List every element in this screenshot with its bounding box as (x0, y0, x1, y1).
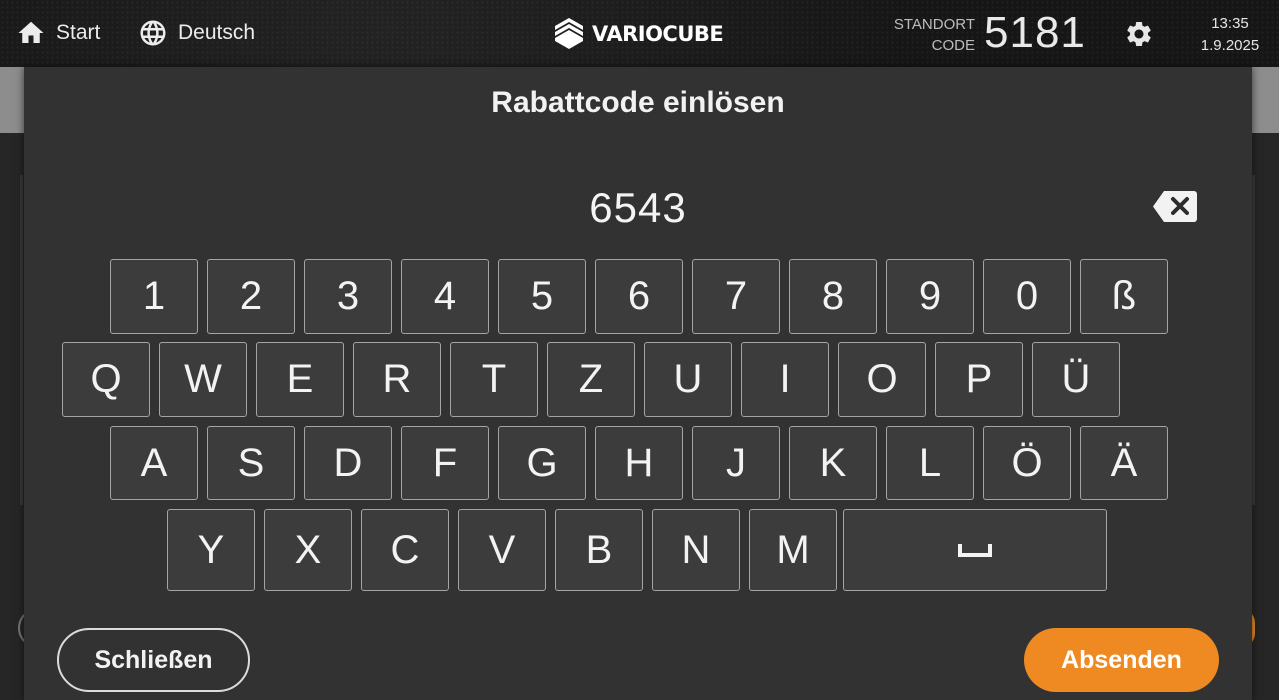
key-f[interactable]: F (401, 426, 489, 500)
code-input[interactable]: 6543 (24, 184, 1252, 232)
key-l[interactable]: L (886, 426, 974, 500)
start-label: Start (56, 21, 101, 44)
standort-label: STANDORT CODE (880, 14, 975, 56)
key-space[interactable] (843, 509, 1107, 591)
key-m[interactable]: M (749, 509, 837, 591)
language-button[interactable]: Deutsch (138, 18, 255, 48)
key-w[interactable]: W (159, 342, 247, 417)
discount-code-dialog: Rabattcode einlösen 6543 1234567890ß QWER… (24, 67, 1252, 700)
key-z[interactable]: Z (547, 342, 635, 417)
start-button[interactable]: Start (16, 18, 100, 48)
key-0[interactable]: 0 (983, 259, 1071, 334)
key-ß[interactable]: ß (1080, 259, 1168, 334)
logo-text: VARIOCUBE (592, 21, 724, 46)
standort-label-line2: CODE (931, 37, 975, 54)
globe-icon (140, 20, 166, 46)
key-d[interactable]: D (304, 426, 392, 500)
key-7[interactable]: 7 (692, 259, 780, 334)
key-ü[interactable]: Ü (1032, 342, 1120, 417)
key-s[interactable]: S (207, 426, 295, 500)
key-i[interactable]: I (741, 342, 829, 417)
key-e[interactable]: E (256, 342, 344, 417)
key-b[interactable]: B (555, 509, 643, 591)
key-j[interactable]: J (692, 426, 780, 500)
background-divider-left (20, 175, 23, 505)
key-ä[interactable]: Ä (1080, 426, 1168, 500)
key-4[interactable]: 4 (401, 259, 489, 334)
standort-label-line1: STANDORT (893, 16, 975, 33)
key-g[interactable]: G (498, 426, 586, 500)
key-u[interactable]: U (644, 342, 732, 417)
backspace-button[interactable] (1152, 190, 1198, 223)
space-bar-icon (958, 544, 992, 557)
key-v[interactable]: V (458, 509, 546, 591)
key-n[interactable]: N (652, 509, 740, 591)
submit-button[interactable]: Absenden (1024, 628, 1219, 692)
cube-logo-icon (555, 18, 583, 49)
clock-time: 13:35 (1211, 15, 1249, 32)
dialog-title: Rabattcode einlösen (491, 86, 785, 119)
language-label: Deutsch (178, 21, 256, 44)
key-6[interactable]: 6 (595, 259, 683, 334)
key-a[interactable]: A (110, 426, 198, 500)
key-ö[interactable]: Ö (983, 426, 1071, 500)
background-divider-right (1252, 175, 1255, 505)
key-o[interactable]: O (838, 342, 926, 417)
settings-button[interactable] (1124, 19, 1154, 54)
key-8[interactable]: 8 (789, 259, 877, 334)
key-t[interactable]: T (450, 342, 538, 417)
key-h[interactable]: H (595, 426, 683, 500)
key-3[interactable]: 3 (304, 259, 392, 334)
variocube-logo: VARIOCUBE (554, 17, 724, 50)
key-k[interactable]: K (789, 426, 877, 500)
backspace-icon (1153, 191, 1197, 222)
key-p[interactable]: P (935, 342, 1023, 417)
gear-icon (1127, 21, 1151, 46)
key-y[interactable]: Y (167, 509, 255, 591)
clock-date: 1.9.2025 (1200, 37, 1260, 54)
key-5[interactable]: 5 (498, 259, 586, 334)
key-2[interactable]: 2 (207, 259, 295, 334)
key-x[interactable]: X (264, 509, 352, 591)
key-r[interactable]: R (353, 342, 441, 417)
clock: 13:35 1.9.2025 (1190, 13, 1270, 57)
home-icon (18, 21, 44, 43)
key-c[interactable]: C (361, 509, 449, 591)
key-q[interactable]: Q (62, 342, 150, 417)
key-9[interactable]: 9 (886, 259, 974, 334)
standort-code: 5181 (984, 8, 1086, 57)
key-1[interactable]: 1 (110, 259, 198, 334)
top-bar: Start Deutsch VARIOCUBE STANDORT CODE 51… (0, 0, 1279, 67)
close-button[interactable]: Schließen (57, 628, 250, 692)
